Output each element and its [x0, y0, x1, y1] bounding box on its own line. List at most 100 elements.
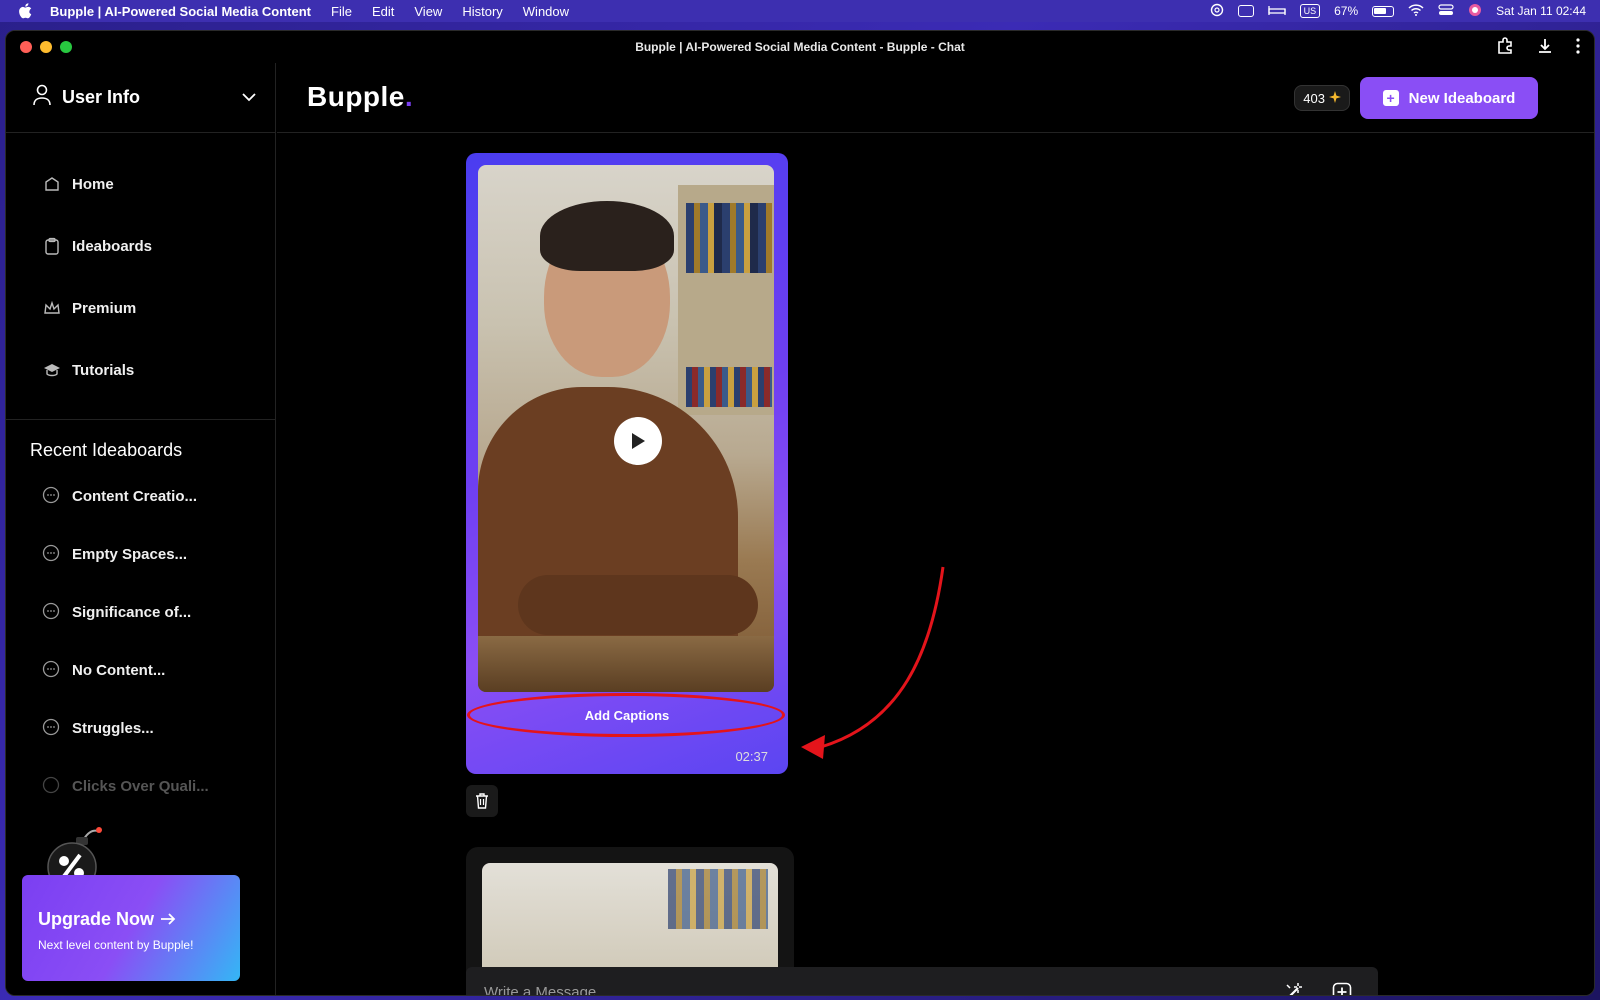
- chat-bubble-icon: [42, 718, 62, 738]
- sidebar-item-tutorials[interactable]: Tutorials: [6, 339, 275, 401]
- menu-edit[interactable]: Edit: [372, 4, 394, 19]
- macos-menubar: Bupple | AI-Powered Social Media Content…: [0, 0, 1600, 22]
- person-arm: [518, 575, 758, 635]
- recent-ideaboards-title: Recent Ideaboards: [30, 440, 183, 460]
- bookshelf-books-lower: [686, 367, 772, 407]
- chat-bubble-icon: [42, 486, 62, 506]
- message-composer: [466, 967, 1378, 995]
- calendar-status-icon[interactable]: [1237, 5, 1254, 17]
- logo-dot: .: [404, 81, 414, 112]
- recent-ideaboard-label: Significance of...: [72, 603, 192, 621]
- sidebar: User Info Home Ideaboards Premium Tutori…: [6, 63, 276, 995]
- bookshelf-thumbnail: [668, 869, 768, 929]
- clipboard-icon: [42, 236, 62, 256]
- keyboard-layout-badge[interactable]: US: [1299, 4, 1321, 18]
- recent-ideaboard-item[interactable]: Clicks Over Quali...: [6, 757, 275, 815]
- chevron-down-icon[interactable]: [241, 89, 257, 107]
- sidebar-item-label: Home: [72, 175, 114, 193]
- recent-ideaboard-item[interactable]: Struggles...: [6, 699, 275, 757]
- bed-status-icon[interactable]: [1267, 4, 1286, 19]
- wifi-icon[interactable]: [1408, 3, 1424, 19]
- new-ideaboard-label: New Ideaboard: [1408, 89, 1516, 107]
- sidebar-item-premium[interactable]: Premium: [6, 277, 275, 339]
- sparkle-icon: [1329, 90, 1341, 106]
- graduation-cap-icon: [42, 360, 62, 380]
- wooden-table: [478, 636, 774, 692]
- bookshelf-background: [678, 185, 774, 415]
- chat-bubble-icon: [42, 544, 62, 564]
- menubar-clock[interactable]: Sat Jan 11 02:44: [1496, 4, 1586, 18]
- recent-ideaboard-label: Struggles...: [72, 719, 154, 737]
- credits-count: 403: [1303, 90, 1325, 106]
- menubar-app-name[interactable]: Bupple | AI-Powered Social Media Content: [50, 4, 311, 19]
- siri-icon[interactable]: [1468, 3, 1482, 20]
- openai-status-icon[interactable]: [1210, 3, 1224, 20]
- menu-history[interactable]: History: [462, 4, 502, 19]
- sidebar-item-label: Premium: [72, 299, 137, 317]
- sidebar-item-ideaboards[interactable]: Ideaboards: [6, 215, 275, 277]
- zoom-window-button[interactable]: [60, 41, 72, 53]
- apple-icon[interactable]: [18, 3, 34, 19]
- extensions-icon[interactable]: [1496, 37, 1514, 58]
- chat-bubble-icon: [42, 602, 62, 622]
- user-info-dropdown[interactable]: User Info: [6, 63, 275, 133]
- main-content: Bupple. 403 + New Ideaboard Add Captions…: [277, 63, 1594, 995]
- recent-ideaboard-label: No Content...: [72, 661, 166, 679]
- close-window-button[interactable]: [20, 41, 32, 53]
- magic-wand-icon[interactable]: [1284, 982, 1304, 995]
- app-window: Bupple | AI-Powered Social Media Content…: [5, 30, 1595, 996]
- video-player[interactable]: [478, 165, 774, 692]
- bookshelf-books: [686, 203, 772, 273]
- control-center-icon[interactable]: [1438, 3, 1454, 19]
- battery-percent: 67%: [1334, 4, 1359, 18]
- sidebar-item-home[interactable]: Home: [6, 153, 275, 215]
- upgrade-now-banner[interactable]: Upgrade Now Next level content by Bupple…: [22, 875, 240, 981]
- play-icon: [632, 433, 645, 449]
- logo-text: Bupple: [307, 81, 405, 112]
- chat-bubble-icon: [42, 776, 62, 796]
- annotation-highlight-ellipse: [467, 693, 785, 737]
- user-info-label: User Info: [62, 87, 141, 107]
- upgrade-subtitle: Next level content by Bupple!: [38, 938, 194, 952]
- video-thumbnail[interactable]: [482, 863, 778, 983]
- trash-icon: [476, 793, 488, 809]
- plus-icon: +: [1382, 90, 1399, 106]
- add-attachment-icon[interactable]: [1332, 982, 1352, 995]
- sidebar-nav: Home Ideaboards Premium Tutorials: [6, 133, 275, 401]
- chat-bubble-icon: [42, 660, 62, 680]
- more-options-icon[interactable]: [1576, 38, 1580, 57]
- play-button[interactable]: [614, 417, 662, 465]
- menu-file[interactable]: File: [331, 4, 352, 19]
- recent-ideaboard-item[interactable]: Content Creatio...: [6, 467, 275, 525]
- recent-ideaboard-item[interactable]: Empty Spaces...: [6, 525, 275, 583]
- recent-ideaboard-label: Content Creatio...: [72, 487, 198, 505]
- traffic-lights: [20, 41, 72, 53]
- menu-view[interactable]: View: [414, 4, 442, 19]
- download-icon[interactable]: [1536, 37, 1554, 58]
- home-icon: [42, 174, 62, 194]
- recent-ideaboard-label: Clicks Over Quali...: [72, 777, 209, 795]
- menu-window[interactable]: Window: [523, 4, 569, 19]
- window-title: Bupple | AI-Powered Social Media Content…: [635, 40, 965, 54]
- credits-badge[interactable]: 403: [1294, 85, 1350, 111]
- upgrade-title-text: Upgrade Now: [38, 909, 155, 929]
- new-ideaboard-button[interactable]: + New Ideaboard: [1360, 77, 1538, 119]
- recent-ideaboard-item[interactable]: Significance of...: [6, 583, 275, 641]
- sidebar-item-label: Ideaboards: [72, 237, 153, 255]
- person-hair: [540, 201, 674, 271]
- top-bar: Bupple. 403 + New Ideaboard: [277, 63, 1594, 133]
- window-titlebar: Bupple | AI-Powered Social Media Content…: [6, 31, 1594, 63]
- crown-icon: [42, 298, 62, 318]
- sidebar-item-label: Tutorials: [72, 361, 135, 379]
- recent-ideaboard-label: Empty Spaces...: [72, 545, 188, 563]
- arrow-right-icon: [160, 909, 176, 930]
- minimize-window-button[interactable]: [40, 41, 52, 53]
- user-icon: [32, 84, 52, 111]
- annotation-arrow-icon: [801, 566, 945, 759]
- bupple-logo[interactable]: Bupple.: [307, 81, 413, 113]
- delete-video-button[interactable]: [466, 785, 498, 817]
- upgrade-title: Upgrade Now: [38, 909, 224, 930]
- message-input[interactable]: [484, 983, 1244, 995]
- battery-icon[interactable]: [1372, 5, 1395, 17]
- recent-ideaboard-item[interactable]: No Content...: [6, 641, 275, 699]
